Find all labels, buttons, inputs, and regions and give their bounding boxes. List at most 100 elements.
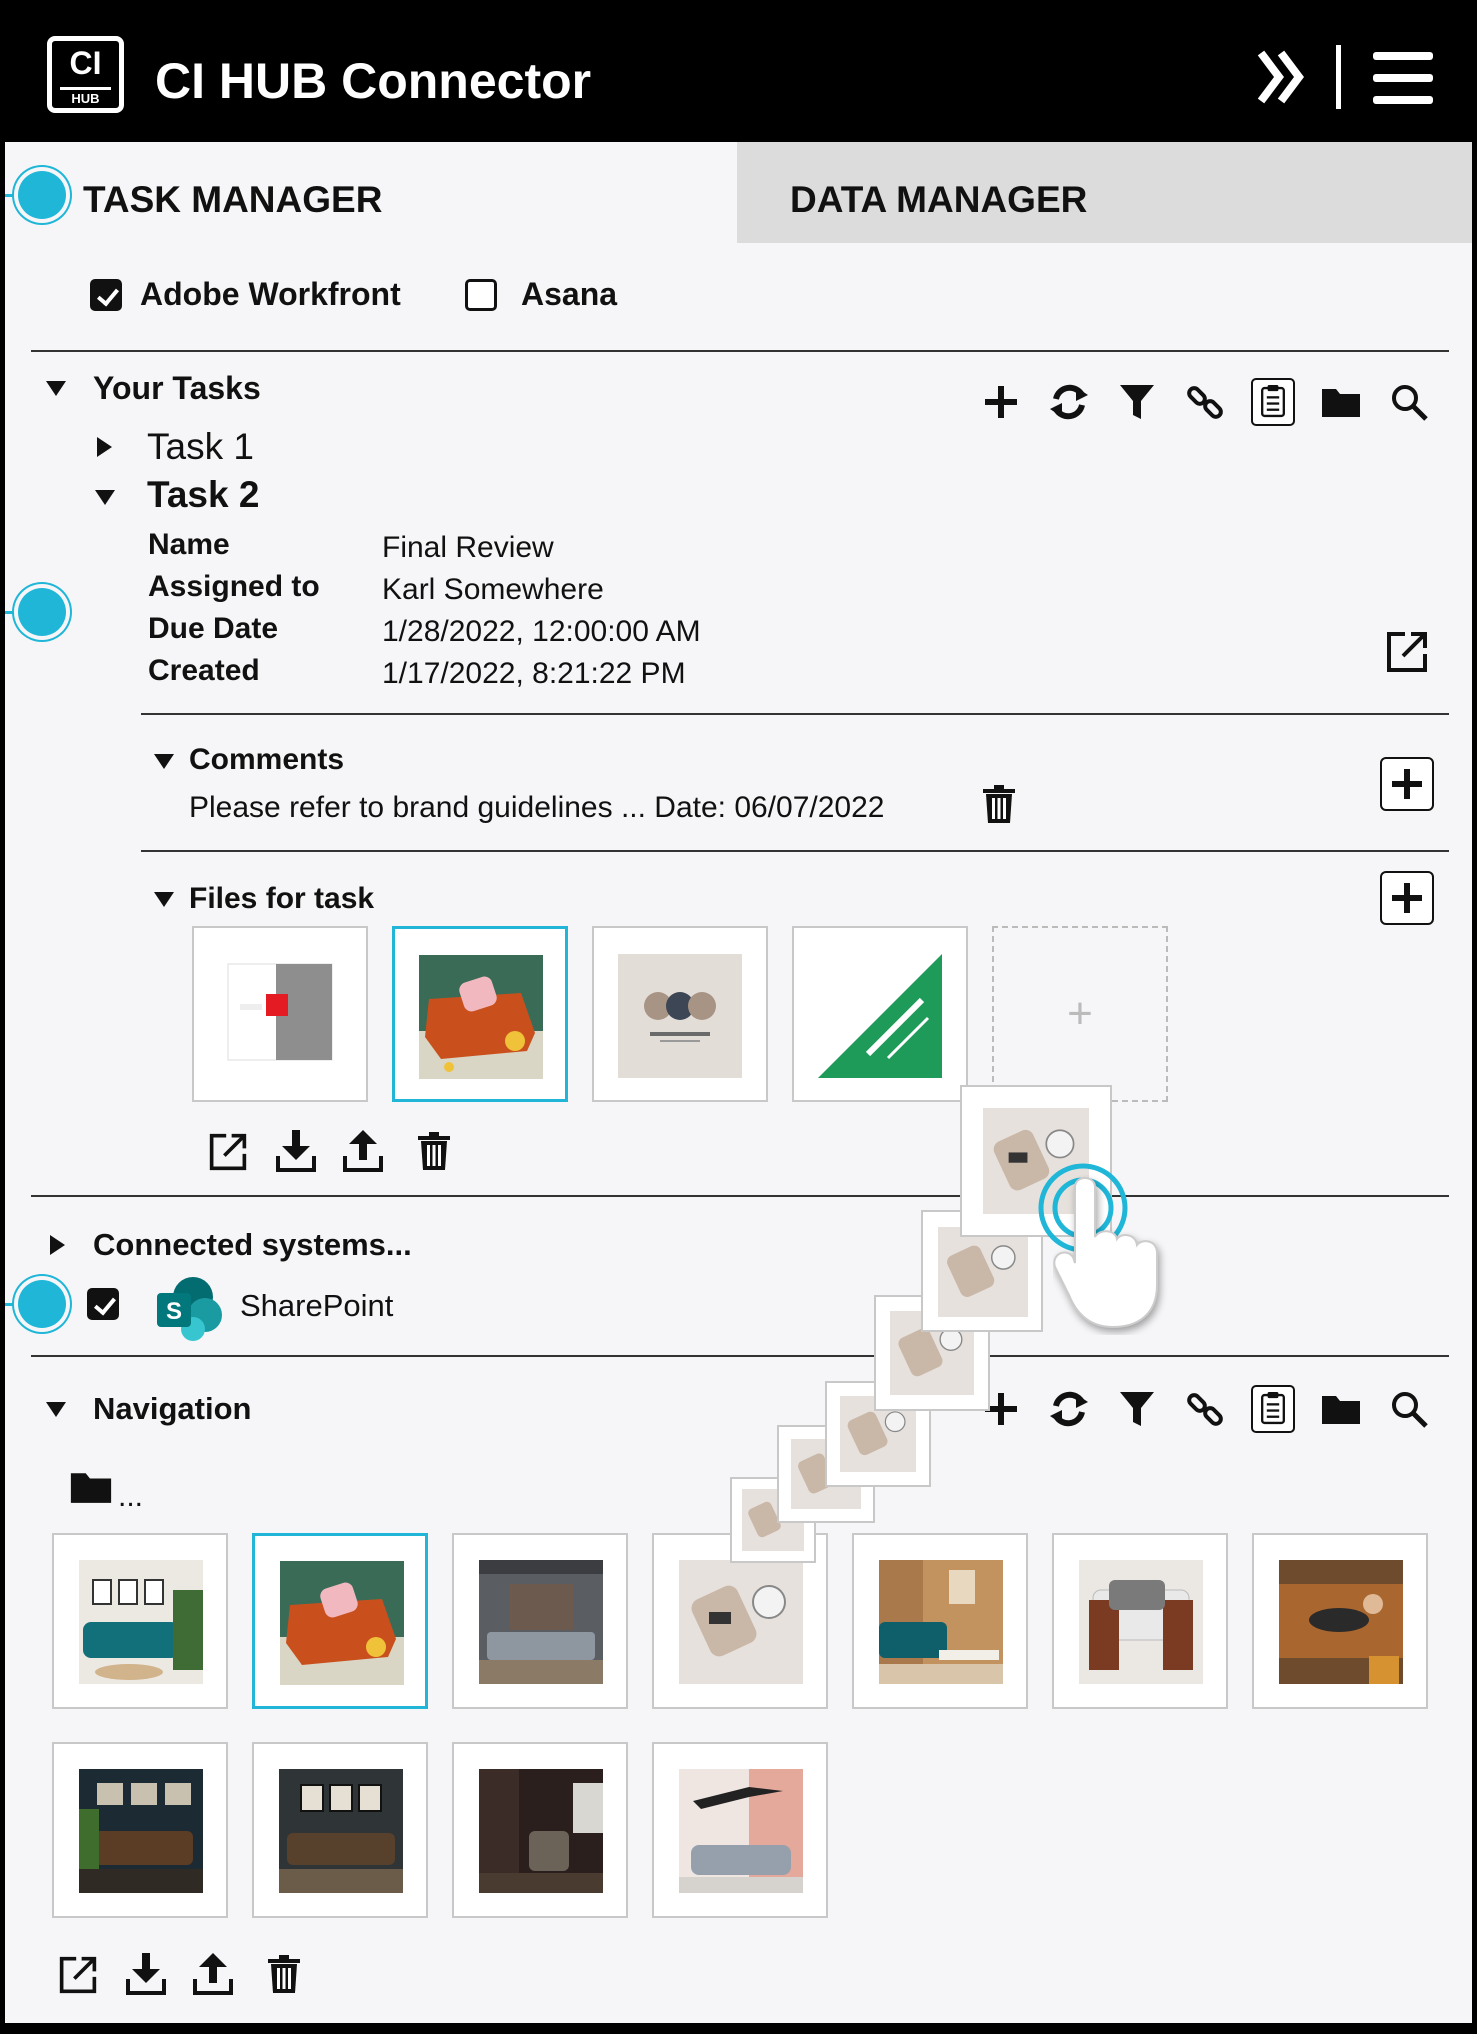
trash-icon[interactable]	[983, 785, 1015, 828]
callout-marker	[18, 171, 66, 219]
app-frame: CI HUB CI HUB Connector TASK MANAGER DAT…	[5, 5, 1472, 2023]
tab-task-manager-label: TASK MANAGER	[83, 179, 383, 220]
your-tasks-title: Your Tasks	[93, 370, 261, 406]
navigation-thumbnail[interactable]	[652, 1742, 828, 1918]
add-file-placeholder[interactable]: +	[992, 926, 1168, 1102]
trash-icon[interactable]	[268, 1955, 300, 1998]
upload-icon[interactable]	[193, 1953, 233, 2000]
teal-sofa-wood-wall-image	[879, 1560, 1003, 1684]
expand-triangle-icon[interactable]	[97, 437, 112, 457]
detail-value: Final Review	[382, 531, 554, 564]
divider	[31, 1355, 1449, 1357]
filter-icon[interactable]	[1103, 1382, 1171, 1436]
add-file-button[interactable]	[1380, 871, 1434, 925]
woman-on-sofa-image	[1279, 1560, 1403, 1684]
chair-top-view-image	[679, 1560, 803, 1684]
comment-text: Please refer to brand guidelines ... Dat…	[189, 791, 885, 824]
framed-pictures-sofa-image	[279, 1769, 403, 1893]
tab-data-manager-label: DATA MANAGER	[790, 179, 1088, 220]
collapse-triangle-icon[interactable]	[154, 754, 174, 769]
file-thumbnail-selected[interactable]	[392, 926, 568, 1102]
bottom-bar	[0, 2023, 1477, 2034]
navigation-thumbnail[interactable]	[852, 1533, 1028, 1709]
files-title: Files for task	[189, 882, 375, 915]
link-icon[interactable]	[1171, 375, 1239, 429]
file-thumbnail[interactable]	[192, 926, 368, 1102]
callout-line	[5, 1303, 19, 1306]
callout-line	[5, 194, 19, 197]
document-thumbnail	[218, 954, 342, 1078]
open-external-icon[interactable]	[58, 1955, 98, 2000]
divider	[141, 713, 1449, 715]
folder-path-label[interactable]: ...	[118, 1479, 143, 1515]
brick-wall-living-room-image	[479, 1560, 603, 1684]
download-icon[interactable]	[276, 1130, 316, 1177]
folder-icon[interactable]	[1307, 1382, 1375, 1436]
upload-icon[interactable]	[343, 1130, 383, 1177]
double-chevron-right-icon[interactable]	[1257, 49, 1305, 110]
file-thumbnail[interactable]	[592, 926, 768, 1102]
open-external-icon[interactable]	[1385, 630, 1429, 679]
open-external-icon[interactable]	[208, 1132, 248, 1177]
logo-hub-text: HUB	[60, 87, 111, 105]
hand-pointer-icon	[1053, 1175, 1173, 1340]
asana-checkbox[interactable]	[465, 279, 497, 311]
svg-text:S: S	[166, 1298, 182, 1325]
dark-armchair-image	[479, 1769, 603, 1893]
navigation-thumbnail[interactable]	[52, 1533, 228, 1709]
workfront-label: Adobe Workfront	[140, 276, 401, 312]
add-comment-button[interactable]	[1380, 757, 1434, 811]
connected-systems-title[interactable]: Connected systems...	[93, 1227, 412, 1263]
sharepoint-checkbox[interactable]	[87, 1288, 119, 1320]
folder-icon[interactable]	[68, 1469, 114, 1510]
sync-icon[interactable]	[1035, 375, 1103, 429]
link-icon[interactable]	[1171, 1382, 1239, 1436]
navigation-toolbar	[967, 1382, 1443, 1436]
collapse-triangle-icon[interactable]	[154, 892, 174, 907]
detail-value: Karl Somewhere	[382, 573, 604, 606]
navigation-thumbnail[interactable]	[1052, 1533, 1228, 1709]
folder-icon[interactable]	[1307, 375, 1375, 429]
plus-icon[interactable]	[967, 375, 1035, 429]
task-2-label[interactable]: Task 2	[147, 474, 259, 516]
detail-key: Assigned to	[148, 570, 320, 603]
clipboard-icon[interactable]	[1239, 1382, 1307, 1436]
trash-icon[interactable]	[418, 1132, 450, 1175]
hamburger-menu-icon[interactable]	[1373, 52, 1433, 109]
filter-icon[interactable]	[1103, 375, 1171, 429]
teal-sofa-room-image	[79, 1560, 203, 1684]
download-icon[interactable]	[126, 1953, 166, 2000]
navigation-thumbnail[interactable]	[1252, 1533, 1428, 1709]
divider	[31, 350, 1449, 352]
detail-key: Name	[148, 528, 230, 561]
dark-gallery-sofa-image	[79, 1769, 203, 1893]
collapse-triangle-icon[interactable]	[46, 1402, 66, 1417]
navigation-thumbnail[interactable]	[452, 1742, 628, 1918]
task-1-label[interactable]: Task 1	[147, 426, 254, 468]
clipboard-icon[interactable]	[1239, 375, 1307, 429]
navigation-thumbnail[interactable]	[52, 1742, 228, 1918]
ci-hub-logo: CI HUB	[47, 36, 124, 113]
file-thumbnail[interactable]	[792, 926, 968, 1102]
navigation-title: Navigation	[93, 1391, 252, 1426]
collapse-triangle-icon[interactable]	[46, 381, 66, 396]
asana-label: Asana	[521, 276, 618, 312]
navigation-thumbnail[interactable]	[252, 1742, 428, 1918]
tab-task-manager[interactable]: TASK MANAGER	[5, 142, 737, 243]
expand-triangle-icon[interactable]	[50, 1235, 65, 1255]
search-icon[interactable]	[1375, 1382, 1443, 1436]
collapse-triangle-icon[interactable]	[95, 490, 115, 505]
navigation-thumbnail[interactable]	[452, 1533, 628, 1709]
sync-icon[interactable]	[1035, 1382, 1103, 1436]
tab-data-manager[interactable]: DATA MANAGER	[737, 142, 1472, 243]
logo-ci-text: CI	[69, 45, 102, 81]
early-bird-thumbnail	[818, 954, 942, 1078]
detail-value: 1/17/2022, 8:21:22 PM	[382, 657, 686, 690]
sharepoint-label: SharePoint	[240, 1288, 394, 1323]
sharepoint-icon: S	[155, 1275, 225, 1346]
search-icon[interactable]	[1375, 375, 1443, 429]
detail-key: Created	[148, 654, 260, 687]
jumping-person-sofa-image	[679, 1769, 803, 1893]
workfront-checkbox[interactable]	[90, 279, 122, 311]
navigation-thumbnail-selected[interactable]	[252, 1533, 428, 1709]
